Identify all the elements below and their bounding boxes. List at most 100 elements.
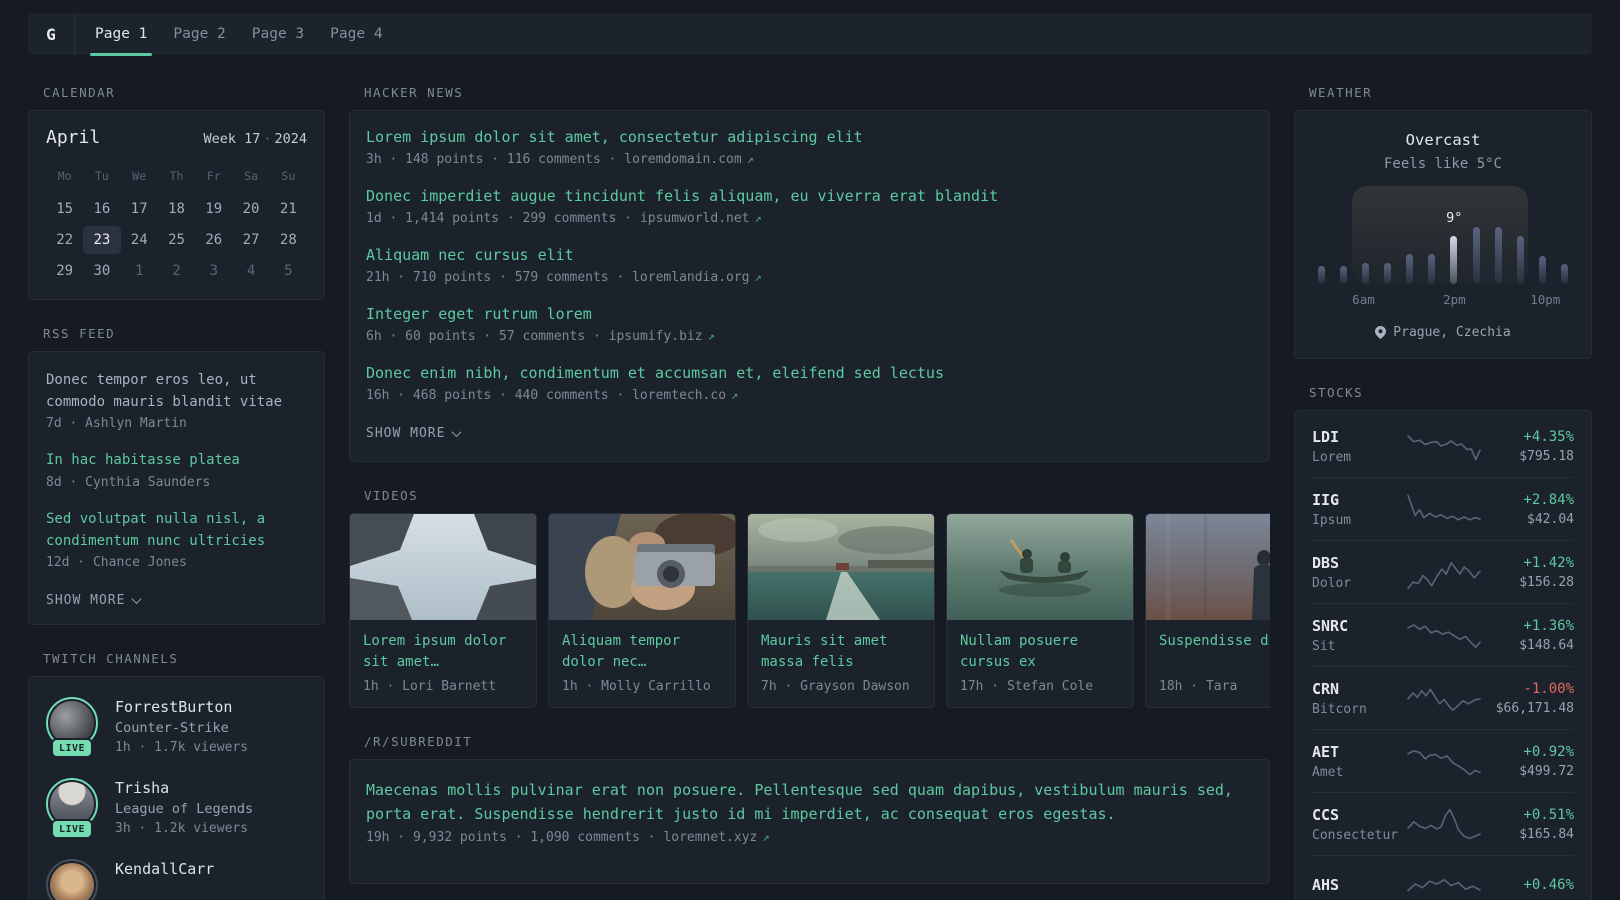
rss-item-title[interactable]: In hac habitasse platea <box>46 450 307 472</box>
avatar: LIVE <box>46 859 98 900</box>
hn-meta-text: 1d · 1,414 points · 299 comments · <box>366 211 640 226</box>
rss-item-meta: 12d · Chance Jones <box>46 555 187 571</box>
hn-story-title[interactable]: Aliquam nec cursus elit <box>366 245 1253 266</box>
calendar-day: 28 <box>279 232 297 248</box>
hn-story-title[interactable]: Donec enim nibh, condimentum et accumsan… <box>366 363 1253 384</box>
hn-meta-text: 16h · 468 points · 440 comments · <box>366 388 633 403</box>
rss-item-title[interactable]: Sed volutpat nulla nisl, a condimentum n… <box>46 509 307 552</box>
stock-id: IIG Ipsum <box>1312 491 1408 528</box>
hn-story-title[interactable]: Donec imperdiet augue tincidunt felis al… <box>366 186 1253 207</box>
video-title[interactable]: Lorem ipsum dolor sit amet consectetu… <box>363 631 523 673</box>
twitch-channel-row[interactable]: LIVE ForrestBurton Counter-Strike 1h · 1… <box>46 697 307 757</box>
calendar-day: 17 <box>130 201 148 217</box>
hn-story-meta: 16h · 468 points · 440 comments · loremt… <box>366 388 1253 403</box>
weather-widget: WEATHER Overcast Feels like 5°C 9° 6am 2p… <box>1294 85 1592 359</box>
video-title[interactable]: Nullam posuere cursus ex <box>960 631 1120 673</box>
calendar-weekday: Th <box>169 169 184 183</box>
stock-ticker: CRN <box>1312 679 1340 698</box>
weather-location: Prague, Czechia <box>1393 325 1511 340</box>
stock-name: Lorem <box>1312 449 1352 465</box>
reddit-meta-text: 19h · 9,932 points · 1,090 comments · <box>366 830 664 845</box>
stock-row[interactable]: AHS +0.46% <box>1312 855 1574 900</box>
tab-page-1[interactable]: Page 1 <box>89 13 153 56</box>
stock-change: +0.46% <box>1523 876 1574 893</box>
tab-page-2[interactable]: Page 2 <box>173 13 225 55</box>
twitch-channel-row[interactable]: LIVE KendallCarr <box>46 859 307 900</box>
weather-card: Overcast Feels like 5°C 9° 6am 2pm 10pm Pr… <box>1294 110 1592 359</box>
hn-story-title[interactable]: Integer eget rutrum lorem <box>366 304 1253 325</box>
hn-story-domain[interactable]: ipsumify.biz <box>609 329 703 344</box>
stock-change: +4.35% <box>1523 428 1574 445</box>
stock-row[interactable]: AET Amet +0.92% $499.72 <box>1312 729 1574 792</box>
stock-sparkline <box>1408 428 1480 464</box>
stock-row[interactable]: CCS Consectetur +0.51% $165.84 <box>1312 792 1574 855</box>
twitch-widget: TWITCH CHANNELS LIVE ForrestBurton Count… <box>28 651 325 900</box>
show-more-label: SHOW MORE <box>46 593 126 609</box>
rss-show-more-button[interactable]: SHOW MORE <box>46 593 142 609</box>
stock-row[interactable]: SNRC Sit +1.36% $148.64 <box>1312 603 1574 666</box>
video-meta: 1h · Lori Barnett <box>363 679 497 694</box>
calendar-card: April Week 17 · 2024 Mo Tu We Th Fr Sa Su 15 16 17 1… <box>28 110 325 300</box>
twitch-channel-row[interactable]: LIVE Trisha League of Legends 3h · 1.2k … <box>46 778 307 838</box>
calendar-week-year: Week 17 · 2024 <box>203 131 307 147</box>
stock-id: AET Amet <box>1312 743 1408 780</box>
live-badge: LIVE <box>52 821 92 838</box>
hn-story-domain[interactable]: loremtech.co <box>632 388 726 403</box>
video-card[interactable]: Mauris sit amet massa felis 7h · Grayson… <box>747 513 935 708</box>
hn-story-domain[interactable]: loremdomain.com <box>624 152 741 167</box>
weather-hour-label: 10pm <box>1530 292 1561 307</box>
video-title[interactable]: Mauris sit amet massa felis <box>761 631 921 673</box>
avatar: LIVE <box>46 778 98 838</box>
map-pin-icon <box>1375 326 1387 339</box>
weather-bar <box>1428 254 1436 284</box>
hn-story: Aliquam nec cursus elit 21h · 710 points… <box>366 245 1253 285</box>
stock-id: AHS <box>1312 876 1408 898</box>
stock-ticker: IIG <box>1312 490 1340 509</box>
video-card[interactable]: Suspendisse diam 18h · Tara <box>1145 513 1270 708</box>
weather-bar <box>1406 254 1414 284</box>
hn-show-more-button[interactable]: SHOW MORE <box>366 426 462 441</box>
hn-story-domain[interactable]: loremlandia.org <box>632 270 749 285</box>
calendar-weekday: Su <box>281 169 296 183</box>
hn-story: Lorem ipsum dolor sit amet, consectetur … <box>366 127 1253 167</box>
video-card[interactable]: Aliquam tempor dolor nec pharetra… 1h · … <box>548 513 736 708</box>
reddit-post-meta: 19h · 9,932 points · 1,090 comments · lo… <box>366 830 1253 845</box>
video-title[interactable]: Aliquam tempor dolor nec pharetra… <box>562 631 722 673</box>
stock-row[interactable]: IIG Ipsum +2.84% $42.04 <box>1312 477 1574 540</box>
twitch-section-title: TWITCH CHANNELS <box>43 651 179 667</box>
stock-price: $66,171.48 <box>1495 700 1574 716</box>
stock-change: +0.51% <box>1523 806 1574 823</box>
reddit-post-domain[interactable]: loremnet.xyz <box>663 830 757 845</box>
tab-page-4[interactable]: Page 4 <box>330 13 382 55</box>
app-logo[interactable]: G <box>28 13 75 55</box>
stock-row[interactable]: LDI Lorem +4.35% $795.18 <box>1312 415 1574 477</box>
rss-item-title[interactable]: Donec tempor eros leo, ut commodo mauris… <box>46 370 307 413</box>
tab-page-3[interactable]: Page 3 <box>252 13 304 55</box>
external-link-icon: ↗ <box>762 830 770 844</box>
avatar-ring <box>46 859 98 900</box>
calendar-section-title: CALENDAR <box>43 85 116 100</box>
video-card[interactable]: Nullam posuere cursus ex 17h · Stefan Co… <box>946 513 1134 708</box>
hn-story-domain[interactable]: ipsumworld.net <box>640 211 750 226</box>
stock-change: -1.00% <box>1523 680 1574 697</box>
channel-name: Trisha <box>115 779 170 798</box>
channel-info: KendallCarr <box>115 859 214 900</box>
video-info: Aliquam tempor dolor nec pharetra… 1h · … <box>549 620 735 707</box>
stock-row[interactable]: DBS Dolor +1.42% $156.28 <box>1312 540 1574 603</box>
calendar-day: 3 <box>209 263 218 279</box>
video-card[interactable]: Lorem ipsum dolor sit amet consectetu… 1… <box>349 513 537 708</box>
hn-story-title[interactable]: Lorem ipsum dolor sit amet, consectetur … <box>366 127 1253 148</box>
calendar-weekday: Sa <box>244 169 258 183</box>
stock-sparkline <box>1408 869 1480 900</box>
video-title[interactable]: Suspendisse diam <box>1159 631 1270 673</box>
stock-row[interactable]: CRN Bitcorn -1.00% $66,171.48 <box>1312 666 1574 729</box>
page-tabs: Page 1 Page 2 Page 3 Page 4 <box>89 13 383 56</box>
rss-section-title: RSS FEED <box>43 326 116 341</box>
weather-bar <box>1494 227 1502 284</box>
reddit-section-title: /R/SUBREDDIT <box>364 734 473 749</box>
weather-bar <box>1472 227 1480 284</box>
reddit-post-title[interactable]: Maecenas mollis pulvinar erat non posuer… <box>366 778 1253 826</box>
rss-item: Sed volutpat nulla nisl, a condimentum n… <box>46 509 307 570</box>
twitch-card: LIVE ForrestBurton Counter-Strike 1h · 1… <box>28 676 325 900</box>
video-thumbnail-sea-wake <box>748 514 934 620</box>
